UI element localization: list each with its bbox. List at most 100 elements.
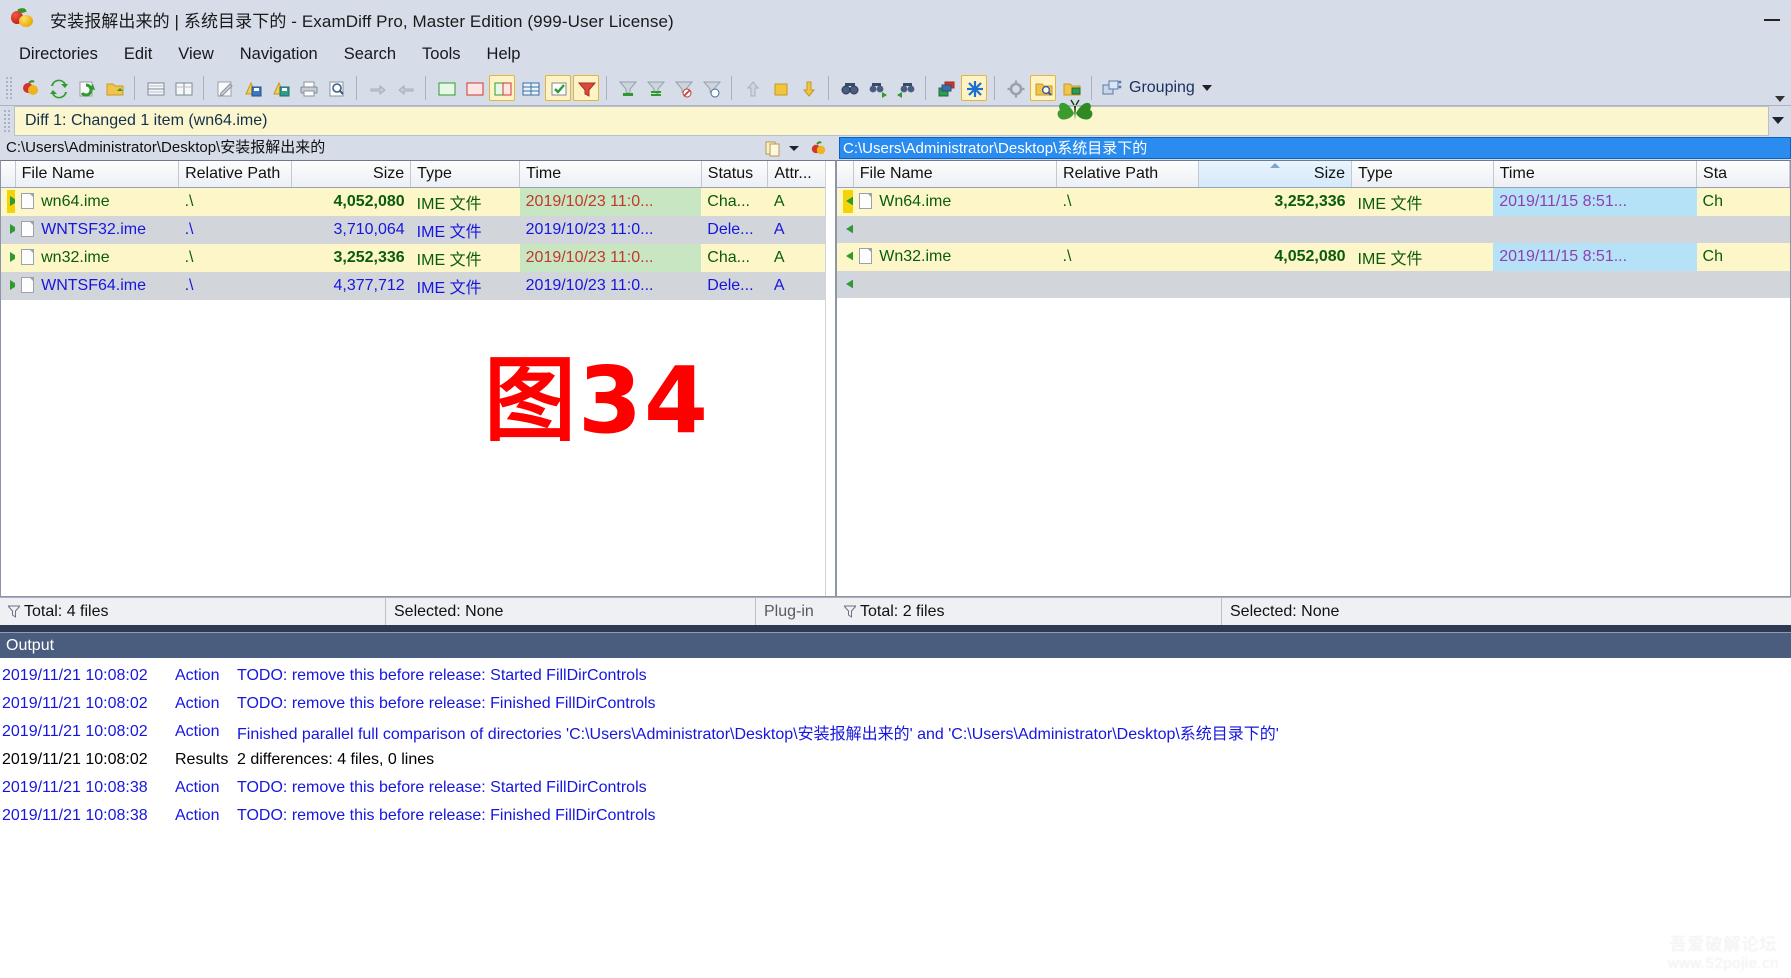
menu-help[interactable]: Help (474, 42, 534, 67)
left-col-file-name[interactable]: File Name (15, 161, 180, 188)
table-row[interactable]: Wn64.ime .\ 3,252,336 IME 文件 2019/11/15 … (837, 187, 1790, 216)
plugins-icon[interactable] (933, 75, 959, 101)
show-added-icon[interactable] (433, 75, 459, 101)
right-col-status[interactable]: Sta (1696, 161, 1790, 188)
copy-left-icon[interactable] (392, 75, 418, 101)
recompare-icon[interactable] (45, 75, 71, 101)
show-identical-icon[interactable] (517, 75, 543, 101)
cell-type (1351, 270, 1494, 298)
cell-time: 2019/11/15 8:51... (1493, 242, 1697, 271)
left-vertical-scrollbar[interactable] (825, 161, 835, 596)
filter-identical-icon[interactable] (642, 75, 668, 101)
left-col-relative-path[interactable]: Relative Path (178, 161, 293, 188)
row-marker[interactable] (1, 215, 16, 244)
print-preview-icon[interactable] (323, 75, 349, 101)
left-col-type[interactable]: Type (410, 161, 521, 188)
toolbar-grip[interactable] (4, 74, 13, 101)
grouping-dropdown[interactable]: Grouping (1102, 78, 1212, 98)
cell-status: Ch (1696, 242, 1790, 271)
stop-icon[interactable] (767, 75, 793, 101)
log-kind: Action (175, 695, 220, 712)
find-next-icon[interactable] (864, 75, 890, 101)
options-icon[interactable] (1002, 75, 1028, 101)
plugin-indicator[interactable]: Plug-in (756, 598, 836, 625)
move-up-icon[interactable] (739, 75, 765, 101)
row-marker[interactable] (1, 271, 16, 300)
right-col-file-name[interactable]: File Name (853, 161, 1058, 188)
output-log[interactable]: 2019/11/21 10:08:02 Action TODO: remove … (0, 658, 1791, 830)
find-icon[interactable] (836, 75, 862, 101)
table-row[interactable]: wn32.ime .\ 3,252,336 IME 文件 2019/10/23 … (1, 243, 835, 272)
table-row[interactable]: Wn32.ime .\ 4,052,080 IME 文件 2019/11/15 … (837, 242, 1790, 271)
menu-navigation[interactable]: Navigation (227, 42, 331, 67)
row-marker[interactable] (837, 215, 854, 243)
table-row[interactable]: WNTSF64.ime .\ 4,377,712 IME 文件 2019/10/… (1, 271, 835, 300)
left-path-input[interactable]: C:\Users\Administrator\Desktop\安装报解出来的 (3, 137, 756, 159)
file-icon (859, 247, 873, 264)
diff-bar-grip[interactable] (2, 108, 11, 134)
diff-dropdown-icon[interactable] (1772, 117, 1784, 124)
show-changed-icon[interactable] (489, 74, 515, 101)
cell-type: IME 文件 (1351, 187, 1494, 216)
left-col-status[interactable]: Status (701, 161, 769, 188)
cell-relative-path (1056, 215, 1199, 243)
filter-changed-icon[interactable] (698, 75, 724, 101)
left-rows: wn64.ime .\ 4,052,080 IME 文件 2019/10/23 … (1, 187, 835, 300)
examdiff-window: 安装报解出来的 | 系统目录下的 - ExamDiff Pro, Master … (0, 0, 1791, 978)
row-marker[interactable] (837, 242, 854, 271)
log-kind: Action (175, 807, 220, 824)
left-col-time[interactable]: Time (519, 161, 702, 188)
cell-file-name: wn32.ime (15, 243, 179, 272)
left-col-size[interactable]: Size (291, 161, 412, 188)
new-comparison-icon[interactable] (17, 75, 43, 101)
right-col-time[interactable]: Time (1493, 161, 1698, 188)
cell-type: IME 文件 (410, 187, 520, 216)
chevron-down-icon[interactable] (1201, 84, 1212, 91)
save-left-icon[interactable] (239, 75, 265, 101)
minimize-button[interactable] (1761, 10, 1783, 28)
copy-right-icon[interactable] (364, 75, 390, 101)
filter-deleted-icon[interactable] (670, 75, 696, 101)
print-icon[interactable] (295, 75, 321, 101)
menu-tools[interactable]: Tools (409, 42, 474, 67)
menu-edit[interactable]: Edit (111, 42, 165, 67)
menu-view[interactable]: View (165, 42, 226, 67)
right-col-relative-path[interactable]: Relative Path (1056, 161, 1199, 188)
row-marker[interactable] (1, 243, 16, 272)
table-row[interactable] (837, 270, 1790, 298)
copy-path-icon[interactable] (764, 139, 782, 157)
refresh-icon[interactable] (73, 75, 99, 101)
save-right-icon[interactable] (267, 75, 293, 101)
table-row[interactable]: WNTSF32.ime .\ 3,710,064 IME 文件 2019/10/… (1, 215, 835, 244)
toolbar-overflow-icon[interactable] (1775, 96, 1785, 102)
right-path-row: C:\Users\Administrator\Desktop\系统目录下的 (836, 136, 1791, 160)
right-col-type[interactable]: Type (1351, 161, 1494, 188)
show-checked-icon[interactable] (545, 74, 571, 101)
right-file-list[interactable]: File Name Relative Path Size Type Time S… (836, 160, 1791, 597)
right-path-input[interactable]: C:\Users\Administrator\Desktop\系统目录下的 (839, 137, 1791, 159)
log-kind: Action (175, 667, 220, 684)
edit-icon[interactable] (211, 75, 237, 101)
table-row[interactable]: wn64.ime .\ 4,052,080 IME 文件 2019/10/23 … (1, 187, 835, 216)
snowflake-icon[interactable] (961, 74, 987, 101)
row-marker[interactable] (837, 270, 854, 298)
menu-directories[interactable]: Directories (6, 42, 111, 67)
move-down-icon[interactable] (795, 75, 821, 101)
right-col-size[interactable]: Size (1198, 161, 1353, 188)
filter-icon[interactable] (573, 74, 599, 101)
filter-added-icon[interactable] (614, 75, 640, 101)
table-row[interactable] (837, 215, 1790, 243)
inspect-folder-icon[interactable] (1030, 74, 1056, 101)
left-apple-icon[interactable] (810, 139, 828, 157)
show-deleted-icon[interactable] (461, 75, 487, 101)
view-vertical-icon[interactable] (170, 75, 196, 101)
view-horizontal-icon[interactable] (142, 75, 168, 101)
left-file-list[interactable]: File Name Relative Path Size Type Time S… (0, 160, 836, 597)
row-marker[interactable] (1, 187, 16, 216)
path-history-chevron-icon[interactable] (787, 139, 805, 157)
diff-summary[interactable]: Diff 1: Changed 1 item (wn64.ime) (14, 106, 1769, 136)
row-marker[interactable] (837, 187, 854, 216)
open-folder-icon[interactable] (101, 75, 127, 101)
find-prev-icon[interactable] (892, 75, 918, 101)
menu-search[interactable]: Search (331, 42, 409, 67)
